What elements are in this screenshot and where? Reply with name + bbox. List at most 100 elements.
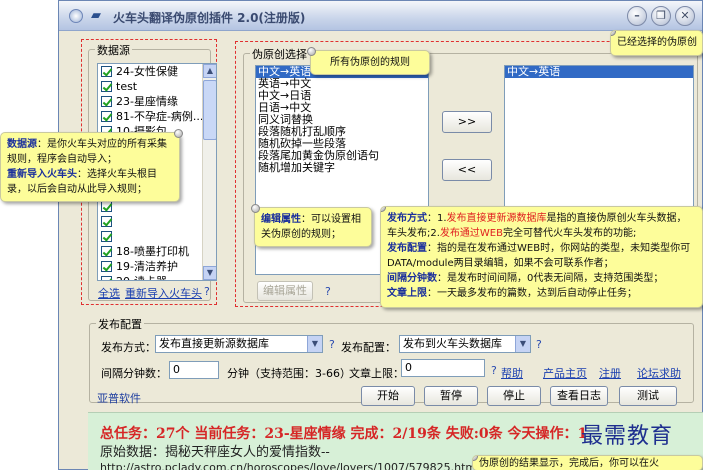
checkbox-checked-icon[interactable] (101, 246, 112, 257)
help-link[interactable]: 帮助 (501, 365, 523, 381)
data-source-item-label: 81-不孕症-病例... (116, 110, 204, 123)
edit-tip-title: 编辑属性 (261, 214, 301, 225)
minimize-icon[interactable]: – (627, 6, 647, 26)
test-button[interactable]: 测试 (619, 386, 677, 406)
scroll-thumb[interactable] (203, 80, 216, 140)
data-source-item[interactable]: 20-读卡器 (98, 274, 216, 280)
publish-method-select[interactable]: 发布直接更新源数据库 ▼ (155, 335, 323, 353)
checkbox-checked-icon[interactable] (101, 96, 112, 107)
publish-tip: 发布方式：1.发布直接更新源数据库是指的直接伪原创火车头数据， 车头发布;2.发… (380, 206, 703, 308)
selected-tip-text: 已经选择的伪原创 (617, 37, 697, 48)
pub-tip-t1: 发布方式 (387, 213, 427, 224)
article-limit-input[interactable]: 0 (401, 359, 485, 377)
data-source-item[interactable]: 19-清洁养护 (98, 259, 216, 274)
interval-input[interactable]: 0 (169, 361, 219, 379)
rule-item[interactable]: 随机增加关键字 (256, 162, 428, 174)
pub-tip-t4a: ：一天最多发布的篇数，达到后自动停止任务； (427, 288, 637, 299)
pub-tip-t3: 间隔分钟数 (387, 273, 437, 284)
data-source-item-label: 19-清洁养护 (116, 260, 178, 273)
checkbox-checked-icon[interactable] (101, 81, 112, 92)
title-bar: ▰ 火车头翻译伪原创插件 2.0(注册版) – ❐ ✕ (59, 1, 702, 31)
data-source-help-icon[interactable]: ? (204, 285, 210, 298)
result-tip: 伪原创的结果显示，完成后，你可以在火 (472, 455, 703, 470)
pause-button[interactable]: 暂停 (424, 386, 478, 406)
data-source-item[interactable] (98, 229, 216, 244)
data-source-item[interactable]: 24-女性保健 (98, 64, 216, 79)
checkbox-checked-icon[interactable] (101, 216, 112, 227)
select-all-link[interactable]: 全选 (98, 285, 120, 301)
edit-property-tip: 编辑属性：可以设置相关伪原创的规则； (251, 204, 372, 247)
pub-tip-t1e: 发布通过WEB (439, 228, 503, 239)
data-source-item[interactable]: 18-喷墨打印机 (98, 244, 216, 259)
pin-icon (307, 47, 316, 56)
chevron-down-icon[interactable]: ▼ (515, 336, 530, 352)
checkbox-checked-icon[interactable] (101, 201, 112, 212)
forum-link[interactable]: 论坛求助 (637, 365, 681, 381)
system-menu-icon[interactable] (69, 9, 83, 23)
pseudo-original-legend: 伪原创选择 (250, 46, 309, 62)
pseudo-help-icon[interactable]: ? (325, 285, 331, 298)
pin-icon (473, 456, 478, 461)
checkbox-checked-icon[interactable] (101, 231, 112, 242)
data-source-item[interactable]: test (98, 79, 216, 94)
restore-icon[interactable]: ❐ (651, 6, 671, 26)
pin-icon (611, 31, 616, 36)
register-link[interactable]: 注册 (599, 365, 621, 381)
limit-help-icon[interactable]: ? (491, 364, 497, 377)
status-url: http://astro.pclady.com.cn/horoscopes/lo… (100, 461, 480, 470)
publish-config-label: 发布配置： (341, 341, 396, 354)
selected-tip: 已经选择的伪原创 (610, 30, 703, 56)
pub-tip-t2a: ：指的是在发布通过WEB时，你网站的类型，未知类型你可 (427, 243, 691, 254)
interval-label: 间隔分钟数： (101, 367, 167, 380)
pub-tip-t2b: DATA/module两目录编辑，如果不会可联系作者； (387, 258, 614, 269)
add-rule-button[interactable]: >> (442, 111, 492, 133)
data-source-item-label: 20-读卡器 (116, 275, 167, 280)
pin-icon (381, 207, 386, 212)
watermark-text: 最需教育 (581, 424, 674, 449)
brand-link[interactable]: 亚普软件 (97, 390, 141, 406)
selected-rule-item[interactable]: 中文→英语 (505, 66, 693, 78)
result-tip-text: 伪原创的结果显示，完成后，你可以在火 (479, 458, 659, 469)
pub-tip-t1b: 发布直接更新源数据库 (446, 213, 547, 224)
start-button[interactable]: 开始 (361, 386, 415, 406)
reimport-link[interactable]: 重新导入火车头 (125, 285, 202, 301)
pub-tip-t1a: ：1. (427, 213, 447, 224)
chevron-down-icon[interactable]: ▼ (307, 336, 322, 352)
scroll-up-icon[interactable]: ▲ (203, 64, 216, 78)
checkbox-checked-icon[interactable] (101, 276, 112, 280)
checkbox-checked-icon[interactable] (101, 261, 112, 272)
publish-config-legend: 发布配置 (96, 316, 144, 332)
method-help-icon[interactable]: ? (329, 338, 335, 351)
pub-tip-t2: 发布配置 (387, 243, 427, 254)
publish-config-select[interactable]: 发布到火车头数据库 ▼ (399, 335, 531, 353)
data-source-item-label: 18-喷墨打印机 (116, 245, 189, 258)
interval-range-label: 分钟（支持范围：3-66） (227, 367, 351, 380)
data-source-legend: 数据源 (95, 42, 132, 58)
data-source-item[interactable]: 81-不孕症-病例... (98, 109, 216, 124)
checkbox-checked-icon[interactable] (101, 66, 112, 77)
train-icon: ▰ (91, 8, 101, 23)
publish-method-label: 发布方式： (101, 341, 156, 354)
remove-rule-button[interactable]: << (442, 159, 492, 181)
ds-tip-title2: 重新导入火车头 (7, 169, 77, 180)
close-icon[interactable]: ✕ (675, 6, 695, 26)
scroll-down-icon[interactable]: ▼ (203, 266, 216, 280)
article-limit-label: 文章上限： (349, 367, 404, 380)
rules-tip: 所有伪原创的规则 (307, 47, 430, 75)
view-log-button[interactable]: 查看日志 (550, 386, 608, 406)
data-source-item[interactable] (98, 214, 216, 229)
publish-method-value: 发布直接更新源数据库 (159, 337, 269, 350)
stop-button[interactable]: 停止 (487, 386, 541, 406)
window-title: 火车头翻译伪原创插件 2.0(注册版) (113, 11, 306, 25)
checkbox-checked-icon[interactable] (101, 111, 112, 122)
homepage-link[interactable]: 产品主页 (543, 365, 587, 381)
edit-property-button[interactable]: 编辑属性 (257, 281, 313, 301)
data-source-item-label: 24-女性保健 (116, 65, 178, 78)
data-source-item[interactable]: 23-星座情缘 (98, 94, 216, 109)
ds-tip-title1: 数据源 (7, 139, 37, 150)
data-source-scrollbar[interactable]: ▲ ▼ (202, 64, 216, 280)
config-help-icon[interactable]: ? (536, 338, 542, 351)
pub-tip-t1d: 车头发布;2. (387, 228, 440, 239)
publish-config-value: 发布到火车头数据库 (403, 337, 502, 350)
pub-tip-t4: 文章上限 (387, 288, 427, 299)
